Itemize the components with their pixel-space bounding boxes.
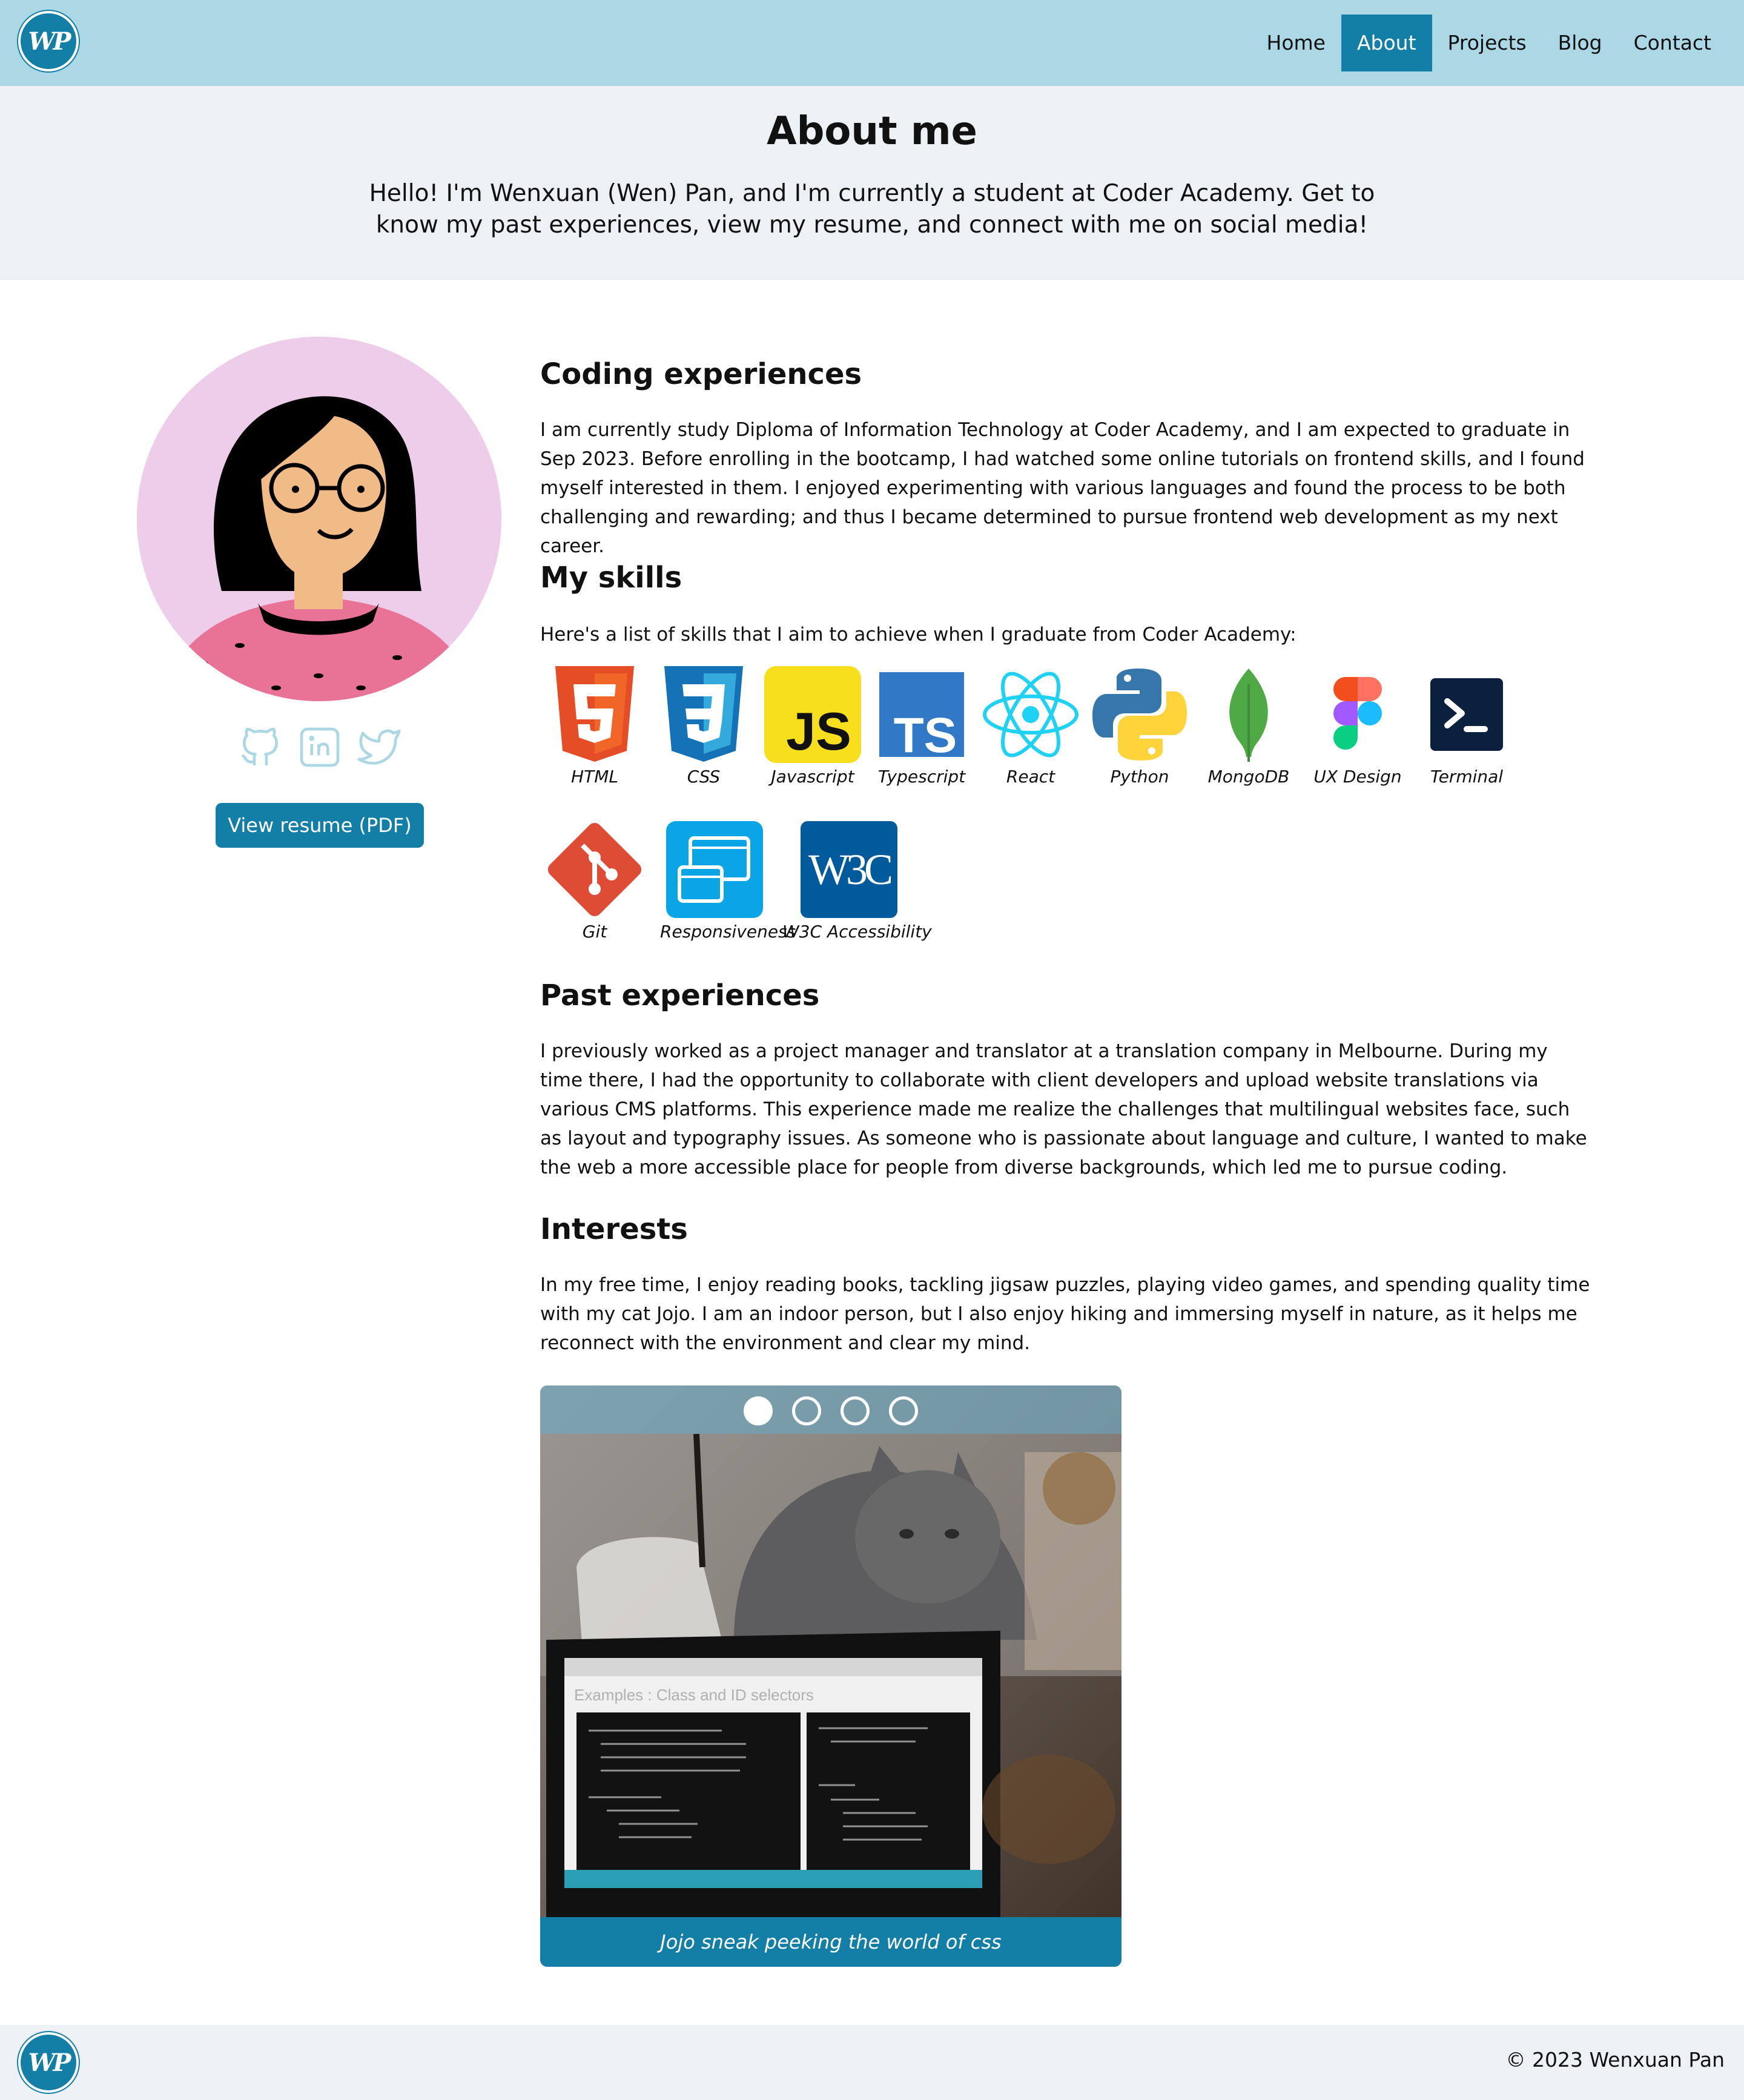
skill-python: Python	[1085, 666, 1194, 787]
skill-label: Terminal	[1430, 767, 1504, 787]
python-icon	[1092, 669, 1187, 761]
w3c-icon-text: W3C	[808, 845, 891, 894]
hero: About me Hello! I'm Wenxuan (Wen) Pan, a…	[0, 86, 1744, 280]
linkedin-icon[interactable]	[296, 723, 344, 771]
skill-label: UX Design	[1313, 767, 1402, 787]
carousel-dot-4[interactable]	[889, 1396, 918, 1425]
carousel-dot-2[interactable]	[792, 1396, 821, 1425]
skills-title: My skills	[540, 561, 682, 595]
copyright: © 2023 Wenxuan Pan	[1505, 2048, 1725, 2072]
nav-contact[interactable]: Contact	[1618, 15, 1727, 71]
skill-w3c-accessibility: W3C W3C Accessibility	[782, 821, 932, 942]
coding-text: I am currently study Diploma of Informat…	[540, 419, 1585, 557]
skill-label: CSS	[687, 767, 721, 787]
ts-icon-text: TS	[894, 708, 957, 763]
skill-label: React	[1006, 767, 1055, 787]
past-text: I previously worked as a project manager…	[540, 1040, 1587, 1178]
main-nav: Home About Projects Blog Contact	[1251, 15, 1727, 71]
skill-label: W3C Accessibility	[782, 922, 932, 942]
twitter-icon[interactable]	[355, 723, 403, 771]
w3c-icon: W3C	[801, 821, 897, 918]
nav-home[interactable]: Home	[1251, 15, 1341, 71]
terminal-icon	[1430, 678, 1503, 751]
skill-mongodb: MongoDB	[1194, 666, 1303, 787]
skill-label: Python	[1110, 767, 1169, 787]
skill-javascript: JS Javascript	[758, 666, 867, 787]
past-title: Past experiences	[540, 979, 820, 1012]
skill-css: CSS	[649, 666, 758, 787]
skill-label: MongoDB	[1207, 767, 1290, 787]
skill-responsiveness: Responsiveness	[660, 821, 796, 942]
github-icon[interactable]	[236, 723, 285, 771]
skill-label: HTML	[571, 767, 618, 787]
skill-git: Git	[540, 821, 649, 942]
skill-label: Javascript	[771, 767, 854, 787]
site-footer: WP © 2023 Wenxuan Pan	[0, 2025, 1744, 2100]
skills-text: Here's a list of skills that I aim to ac…	[540, 624, 1296, 646]
footer-logo[interactable]: WP	[18, 2032, 79, 2093]
view-resume-button[interactable]: View resume (PDF)	[216, 803, 424, 848]
page-title: About me	[767, 109, 977, 154]
social-links	[236, 723, 403, 774]
react-icon	[983, 672, 1078, 758]
js-icon-text: JS	[786, 701, 851, 761]
skill-terminal: Terminal	[1412, 666, 1521, 787]
logo-text: WP	[28, 27, 71, 56]
skill-label: Git	[582, 922, 607, 942]
git-icon	[547, 822, 642, 917]
photo-carousel[interactable]: Examples : Class and ID selectors Jojo s…	[540, 1385, 1121, 1967]
carousel-photo: Examples : Class and ID selectors	[540, 1385, 1121, 1967]
interests-text: In my free time, I enjoy reading books, …	[540, 1274, 1590, 1354]
coding-title: Coding experiences	[540, 357, 862, 391]
carousel-indicators	[540, 1385, 1121, 1434]
skill-html: HTML	[540, 666, 649, 787]
nav-about[interactable]: About	[1341, 15, 1432, 71]
carousel-dot-3[interactable]	[841, 1396, 870, 1425]
nav-blog[interactable]: Blog	[1542, 15, 1618, 71]
javascript-icon: JS	[764, 666, 861, 763]
figma-icon	[1333, 677, 1382, 750]
interests-title: Interests	[540, 1212, 688, 1246]
carousel-caption: Jojo sneak peeking the world of css	[540, 1917, 1121, 1967]
typescript-icon: TS	[879, 672, 964, 763]
site-header: WP Home About Projects Blog Contact	[0, 0, 1744, 86]
mongodb-leaf-icon	[1229, 669, 1268, 762]
skill-react: React	[976, 666, 1085, 787]
carousel-dot-1[interactable]	[744, 1396, 773, 1425]
avatar	[137, 337, 501, 701]
screen-heading: Examples : Class and ID selectors	[574, 1686, 814, 1704]
skill-label: Responsiveness	[660, 922, 796, 942]
skill-ux-design: UX Design	[1303, 666, 1412, 787]
skill-label: Typescript	[877, 767, 966, 787]
logo[interactable]: WP	[18, 11, 79, 71]
html5-icon	[555, 666, 634, 762]
skill-typescript: TS Typescript	[867, 666, 976, 787]
responsive-windows-icon	[666, 821, 763, 918]
footer-logo-text: WP	[28, 2048, 71, 2077]
css3-icon	[664, 666, 743, 762]
nav-projects[interactable]: Projects	[1432, 15, 1542, 71]
hero-intro: Hello! I'm Wenxuan (Wen) Pan, and I'm cu…	[369, 180, 1375, 239]
